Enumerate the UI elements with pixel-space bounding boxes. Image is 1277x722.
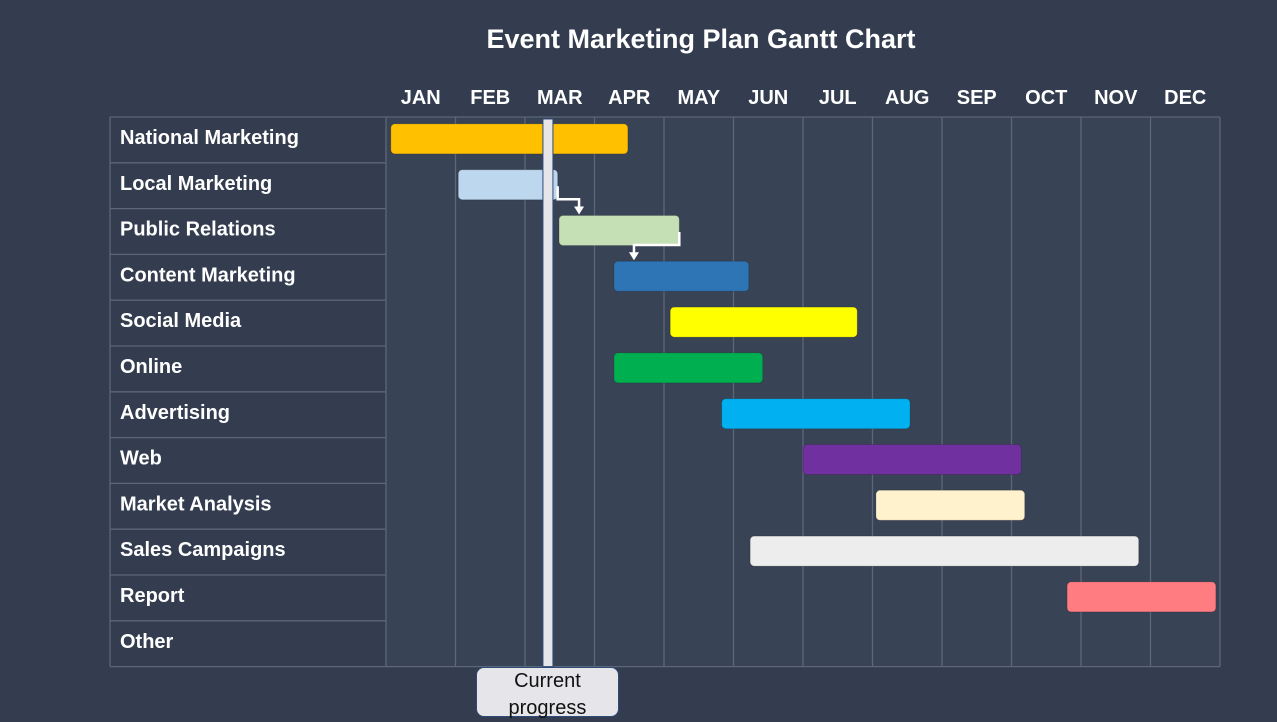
task-label: Web bbox=[120, 448, 162, 470]
month-label-may: MAY bbox=[677, 87, 720, 109]
task-bar bbox=[802, 444, 1022, 475]
task-bar bbox=[390, 123, 629, 155]
task-bar bbox=[613, 352, 764, 384]
gantt-chart: JAN FEB MAR APR MAY JUN JUL AUG SEP OCT NOV DEC Nat… bbox=[109, 87, 1221, 668]
current-progress-line bbox=[542, 118, 554, 668]
task-label: Online bbox=[120, 356, 182, 378]
task-label: Report bbox=[120, 585, 185, 607]
month-label-mar: MAR bbox=[537, 87, 583, 109]
task-label: Market Analysis bbox=[120, 493, 272, 515]
month-axis: JAN FEB MAR APR MAY JUN JUL AUG SEP OCT NOV DEC bbox=[401, 87, 1207, 109]
task-labels: National Marketing Local Marketing Public … bbox=[120, 127, 299, 653]
task-bar bbox=[875, 489, 1026, 521]
task-bar bbox=[721, 398, 911, 430]
month-label-jun: JUN bbox=[748, 87, 788, 109]
task-label: Advertising bbox=[120, 402, 230, 424]
month-label-oct: OCT bbox=[1025, 87, 1067, 109]
month-label-sep: SEP bbox=[957, 87, 997, 109]
month-label-apr: APR bbox=[608, 87, 651, 109]
month-label-dec: DEC bbox=[1164, 87, 1206, 109]
task-label: Sales Campaigns bbox=[120, 539, 286, 561]
current-progress-marker bbox=[542, 118, 554, 668]
month-label-jul: JUL bbox=[819, 87, 857, 109]
task-bar bbox=[1066, 581, 1217, 613]
task-label: Other bbox=[120, 631, 174, 653]
task-label: National Marketing bbox=[120, 127, 299, 149]
task-label: Public Relations bbox=[120, 219, 276, 241]
month-label-feb: FEB bbox=[470, 87, 510, 109]
task-bar bbox=[749, 535, 1140, 567]
task-bar bbox=[669, 306, 858, 338]
task-label: Content Marketing bbox=[120, 264, 296, 286]
month-label-aug: AUG bbox=[885, 87, 929, 109]
task-label: Social Media bbox=[120, 310, 242, 332]
month-label-jan: JAN bbox=[401, 87, 441, 109]
task-label: Local Marketing bbox=[120, 173, 272, 195]
task-bar bbox=[558, 215, 680, 246]
task-bar bbox=[613, 260, 750, 292]
month-label-nov: NOV bbox=[1094, 87, 1138, 109]
current-progress-label: Current progress bbox=[475, 667, 619, 719]
